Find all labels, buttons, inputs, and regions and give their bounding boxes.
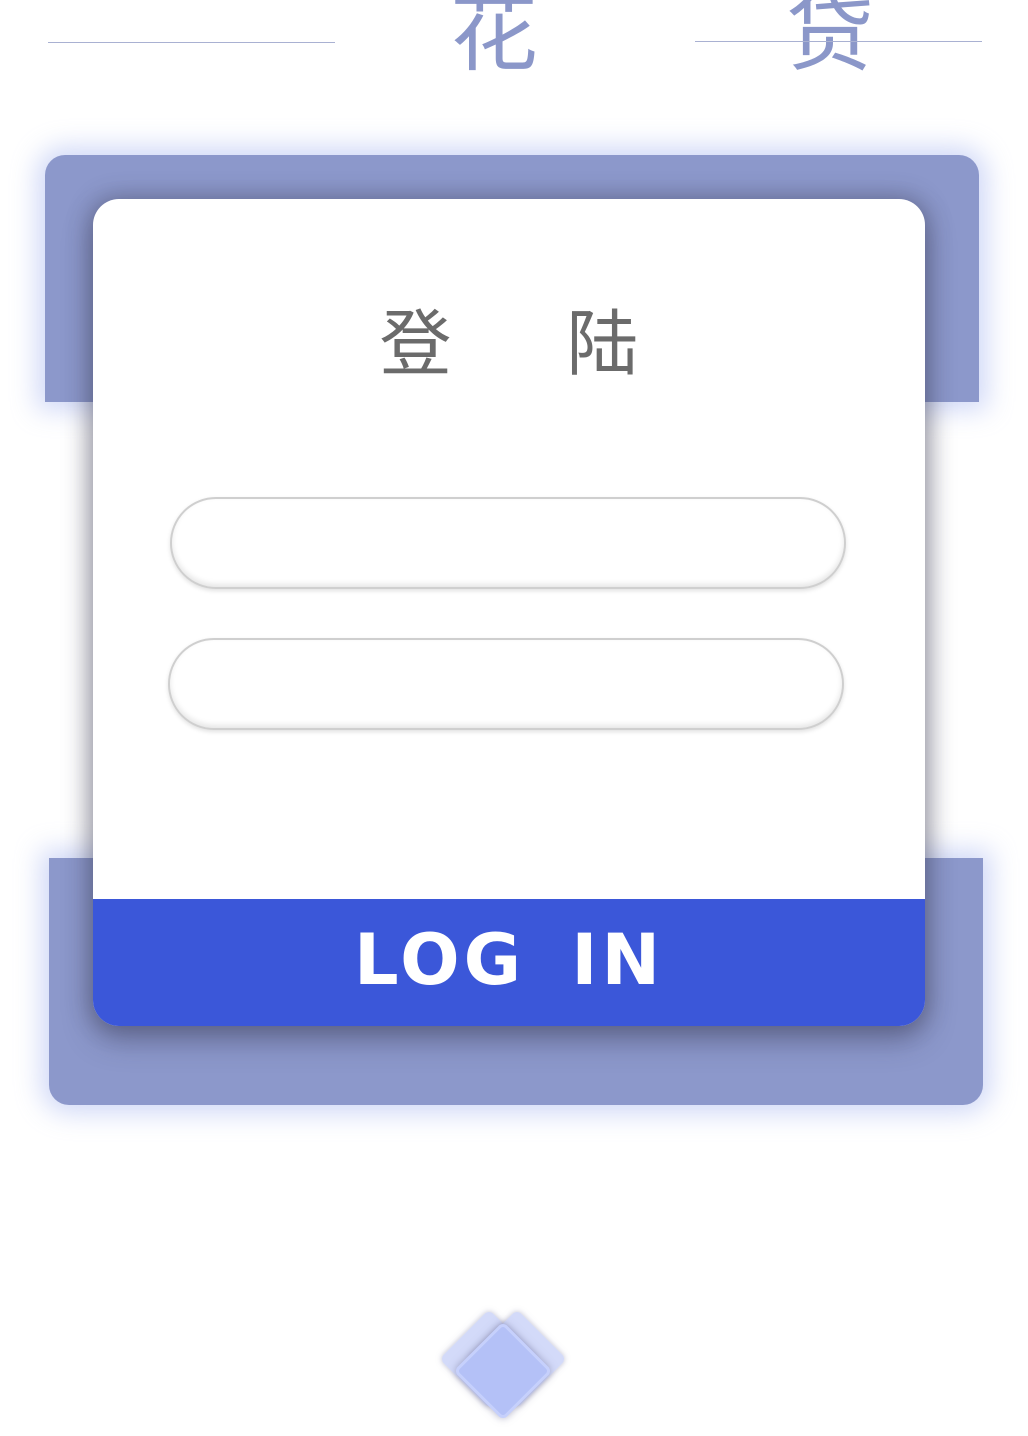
username-input[interactable] [170, 497, 846, 589]
password-input[interactable] [168, 638, 844, 730]
diamond-logo-icon [439, 1309, 567, 1428]
header-divider-right [695, 41, 982, 42]
brand-title: 花 贷 [450, 0, 984, 84]
header-divider-left [48, 42, 335, 43]
login-button[interactable]: LOG IN [93, 899, 925, 1026]
login-title: 登 陆 [379, 302, 685, 386]
login-card: 登 陆 LOG IN [93, 199, 925, 1026]
